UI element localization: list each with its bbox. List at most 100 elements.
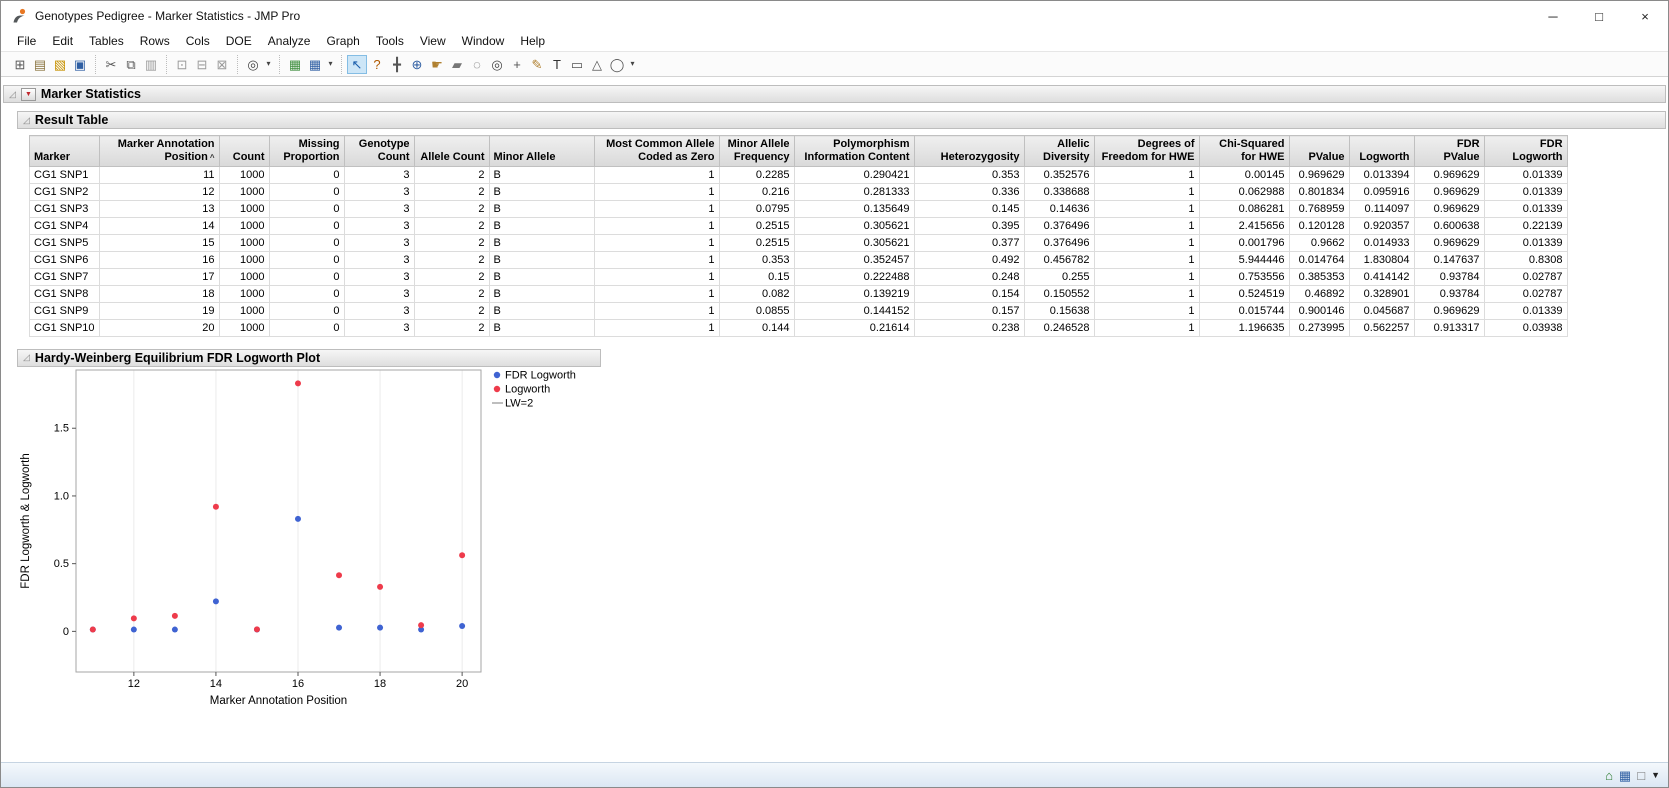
new-data-table-icon[interactable]: ⊞ bbox=[10, 55, 30, 74]
menu-graph[interactable]: Graph bbox=[318, 32, 367, 50]
grabber-tool-icon[interactable]: ☛ bbox=[427, 55, 447, 74]
select-rows-icon[interactable]: ⊡ bbox=[172, 55, 192, 74]
crosshair-tool-icon[interactable]: + bbox=[507, 55, 527, 74]
column-header-heterozygosity[interactable]: Heterozygosity bbox=[914, 136, 1024, 167]
cell-marker: CG1 SNP5 bbox=[30, 234, 100, 251]
red-triangle-menu-button[interactable]: ▼ bbox=[21, 88, 36, 101]
column-header-pvalue[interactable]: PValue bbox=[1289, 136, 1349, 167]
menu-edit[interactable]: Edit bbox=[44, 32, 81, 50]
column-header-degrees-of-freedom-for-hwe[interactable]: Degrees of Freedom for HWE bbox=[1094, 136, 1199, 167]
column-header-most-common-allele-coded-as-zero[interactable]: Most Common Allele Coded as Zero bbox=[594, 136, 719, 167]
point-logworth[interactable] bbox=[213, 504, 219, 510]
cell-marker: CG1 SNP4 bbox=[30, 217, 100, 234]
status-box-icon[interactable]: □ bbox=[1637, 769, 1645, 782]
platform-dropdown-caret-icon[interactable]: ▾ bbox=[325, 55, 336, 74]
cell: 2 bbox=[414, 285, 489, 302]
point-fdr-logworth[interactable] bbox=[131, 626, 137, 632]
column-header-minor-allele-frequency[interactable]: Minor Allele Frequency bbox=[719, 136, 794, 167]
point-logworth[interactable] bbox=[254, 626, 260, 632]
maximize-button[interactable]: □ bbox=[1576, 1, 1622, 31]
point-logworth[interactable] bbox=[418, 622, 424, 628]
disclosure-triangle-icon[interactable]: ◿ bbox=[23, 353, 30, 362]
tools-dropdown-caret-icon[interactable]: ▾ bbox=[627, 55, 638, 74]
point-logworth[interactable] bbox=[172, 613, 178, 619]
point-logworth[interactable] bbox=[336, 572, 342, 578]
lock-icon[interactable]: ⊠ bbox=[212, 55, 232, 74]
point-logworth[interactable] bbox=[377, 584, 383, 590]
callout-tool-icon[interactable]: ▭ bbox=[567, 55, 587, 74]
point-logworth[interactable] bbox=[295, 380, 301, 386]
text-tool-icon[interactable]: T bbox=[547, 55, 567, 74]
status-menu-caret-icon[interactable]: ▼ bbox=[1651, 771, 1660, 780]
zoom-icon[interactable]: ◎ bbox=[243, 55, 263, 74]
paste-icon[interactable]: ▥ bbox=[141, 55, 161, 74]
cell: 16 bbox=[99, 251, 219, 268]
disclosure-triangle-icon[interactable]: ◿ bbox=[23, 116, 30, 125]
menu-tools[interactable]: Tools bbox=[368, 32, 412, 50]
column-header-marker[interactable]: Marker bbox=[30, 136, 100, 167]
column-header-fdr-pvalue[interactable]: FDR PValue bbox=[1414, 136, 1484, 167]
menu-tables[interactable]: Tables bbox=[81, 32, 132, 50]
menu-doe[interactable]: DOE bbox=[218, 32, 260, 50]
globe-tool-icon[interactable]: ⊕ bbox=[407, 55, 427, 74]
distribution-icon[interactable]: ▦ bbox=[305, 55, 325, 74]
column-header-allele-count[interactable]: Allele Count bbox=[414, 136, 489, 167]
zoom-dropdown-caret-icon[interactable]: ▾ bbox=[263, 55, 274, 74]
column-header-fdr-logworth[interactable]: FDR Logworth bbox=[1484, 136, 1567, 167]
magnifier-tool-icon[interactable]: ◎ bbox=[487, 55, 507, 74]
column-header-marker-annotation-position[interactable]: Marker Annotation Position^ bbox=[99, 136, 219, 167]
copy-icon[interactable]: ⧉ bbox=[121, 55, 141, 74]
column-header-logworth[interactable]: Logworth bbox=[1349, 136, 1414, 167]
menu-file[interactable]: File bbox=[9, 32, 44, 50]
mover-tool-icon[interactable]: ╋ bbox=[387, 55, 407, 74]
cell: 0.00145 bbox=[1199, 166, 1289, 183]
x-axis-title: Marker Annotation Position bbox=[210, 695, 347, 707]
column-header-minor-allele[interactable]: Minor Allele bbox=[489, 136, 594, 167]
open-icon[interactable]: ▧ bbox=[50, 55, 70, 74]
point-logworth[interactable] bbox=[459, 552, 465, 558]
menu-rows[interactable]: Rows bbox=[132, 32, 178, 50]
cell: 1000 bbox=[219, 319, 269, 336]
menu-cols[interactable]: Cols bbox=[178, 32, 218, 50]
close-button[interactable]: × bbox=[1622, 1, 1668, 31]
point-fdr-logworth[interactable] bbox=[336, 625, 342, 631]
graph-builder-icon[interactable]: ▦ bbox=[285, 55, 305, 74]
column-header-allelic-diversity[interactable]: Allelic Diversity bbox=[1024, 136, 1094, 167]
annotate-tool-icon[interactable]: ✎ bbox=[527, 55, 547, 74]
save-icon[interactable]: ▣ bbox=[70, 55, 90, 74]
brush-tool-icon[interactable]: ▰ bbox=[447, 55, 467, 74]
point-fdr-logworth[interactable] bbox=[377, 625, 383, 631]
clear-row-states-icon[interactable]: ⊟ bbox=[192, 55, 212, 74]
window-list-icon[interactable]: ▦ bbox=[1619, 769, 1631, 782]
menu-view[interactable]: View bbox=[412, 32, 454, 50]
new-journal-icon[interactable]: ▤ bbox=[30, 55, 50, 74]
cell: 0.290421 bbox=[794, 166, 914, 183]
point-logworth[interactable] bbox=[131, 615, 137, 621]
cell: 0.01339 bbox=[1484, 200, 1567, 217]
cell: 1 bbox=[594, 285, 719, 302]
lasso-tool-icon[interactable]: ◌ bbox=[467, 55, 487, 74]
cell: 1 bbox=[594, 302, 719, 319]
polygon-tool-icon[interactable]: △ bbox=[587, 55, 607, 74]
column-header-genotype-count[interactable]: Genotype Count bbox=[344, 136, 414, 167]
help-tool-icon[interactable]: ? bbox=[367, 55, 387, 74]
point-fdr-logworth[interactable] bbox=[213, 598, 219, 604]
point-fdr-logworth[interactable] bbox=[459, 623, 465, 629]
menu-window[interactable]: Window bbox=[454, 32, 513, 50]
point-fdr-logworth[interactable] bbox=[172, 626, 178, 632]
point-fdr-logworth[interactable] bbox=[295, 516, 301, 522]
point-logworth[interactable] bbox=[90, 626, 96, 632]
arrow-tool-icon[interactable]: ↖ bbox=[347, 55, 367, 74]
column-header-polymorphism-information-content[interactable]: Polymorphism Information Content bbox=[794, 136, 914, 167]
column-header-chi-squared-for-hwe[interactable]: Chi-Squared for HWE bbox=[1199, 136, 1289, 167]
menu-analyze[interactable]: Analyze bbox=[260, 32, 319, 50]
home-window-icon[interactable]: ⌂ bbox=[1605, 769, 1613, 782]
menu-help[interactable]: Help bbox=[512, 32, 553, 50]
disclosure-triangle-icon[interactable]: ◿ bbox=[9, 90, 16, 99]
minimize-button[interactable]: ─ bbox=[1530, 1, 1576, 31]
cut-icon[interactable]: ✂ bbox=[101, 55, 121, 74]
column-header-missing-proportion[interactable]: Missing Proportion bbox=[269, 136, 344, 167]
oval-tool-icon[interactable]: ◯ bbox=[607, 55, 627, 74]
column-header-count[interactable]: Count bbox=[219, 136, 269, 167]
cell-marker: CG1 SNP10 bbox=[30, 319, 100, 336]
